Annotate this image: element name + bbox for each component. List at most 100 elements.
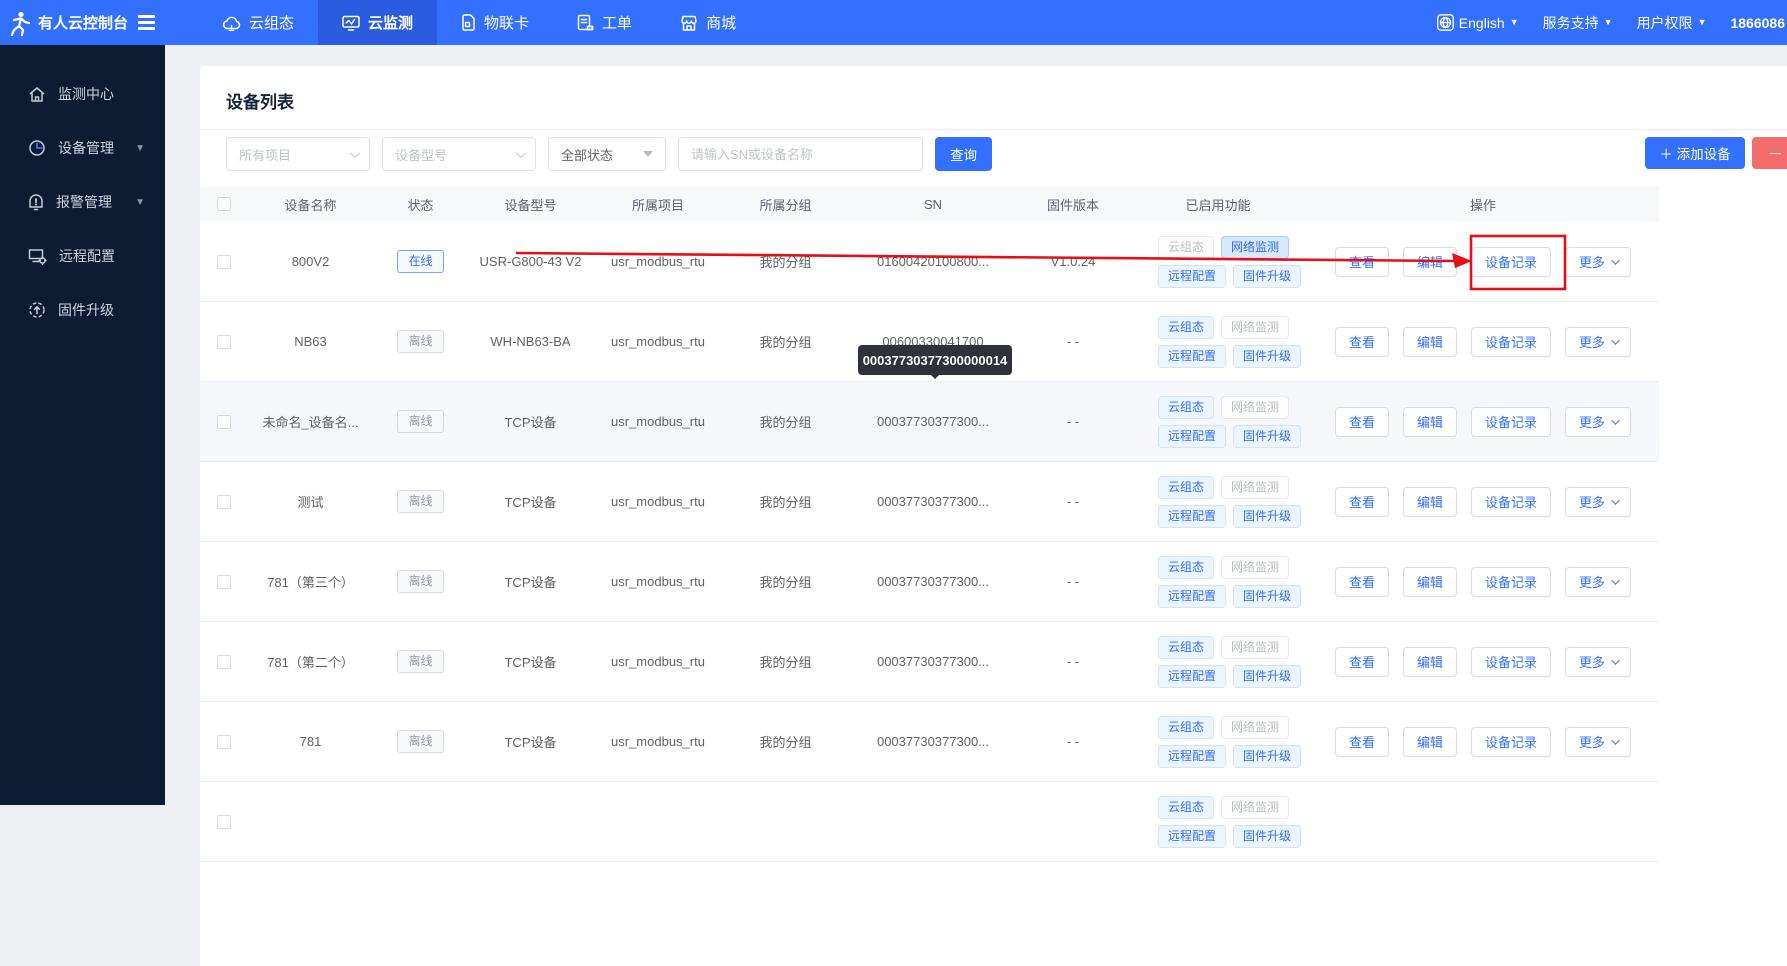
feature-badge[interactable]: 固件升级 xyxy=(1233,345,1301,368)
view-button[interactable]: 查看 xyxy=(1335,407,1389,437)
row-checkbox[interactable] xyxy=(217,575,231,589)
edit-button[interactable]: 编辑 xyxy=(1403,247,1457,277)
nav-item-cloud-scada[interactable]: 云组态 xyxy=(198,0,318,45)
select-all-checkbox[interactable] xyxy=(217,197,231,211)
more-button[interactable]: 更多 xyxy=(1565,487,1631,517)
feature-badge[interactable]: 云组态 xyxy=(1158,316,1214,339)
sn-search-input[interactable] xyxy=(678,137,923,171)
device-sn[interactable]: 00037730377300... xyxy=(848,734,1018,749)
status-select[interactable]: 全部状态 xyxy=(548,137,666,171)
query-button[interactable]: 查询 xyxy=(935,137,992,171)
device-model-select[interactable]: 设备型号 xyxy=(382,137,536,171)
device-record-button[interactable]: 设备记录 xyxy=(1471,407,1551,437)
delete-device-button[interactable]: － xyxy=(1752,137,1787,169)
add-device-button[interactable]: ＋ 添加设备 xyxy=(1645,137,1745,169)
more-button[interactable]: 更多 xyxy=(1565,567,1631,597)
edit-button[interactable]: 编辑 xyxy=(1403,567,1457,597)
row-checkbox[interactable] xyxy=(217,415,231,429)
nav-item-store[interactable]: 商城 xyxy=(656,0,760,45)
status-badge: 离线 xyxy=(397,730,443,753)
device-sn[interactable]: 01600420100800... xyxy=(848,254,1018,269)
device-record-button[interactable]: 设备记录 xyxy=(1471,567,1551,597)
sidebar-item-firmware-upgrade[interactable]: 固件升级 xyxy=(0,283,165,337)
feature-badge[interactable]: 网络监测 xyxy=(1221,716,1289,739)
sidebar-item-monitor-center[interactable]: 监测中心 xyxy=(0,67,165,121)
feature-badge[interactable]: 固件升级 xyxy=(1233,825,1301,848)
feature-badge[interactable]: 固件升级 xyxy=(1233,665,1301,688)
edit-button[interactable]: 编辑 xyxy=(1403,647,1457,677)
feature-badge[interactable]: 网络监测 xyxy=(1221,636,1289,659)
feature-badge[interactable]: 固件升级 xyxy=(1233,425,1301,448)
sidebar-item-device-manage[interactable]: 设备管理 ▼ xyxy=(0,121,165,175)
feature-badge[interactable]: 网络监测 xyxy=(1221,796,1289,819)
more-button[interactable]: 更多 xyxy=(1565,247,1631,277)
row-checkbox[interactable] xyxy=(217,495,231,509)
feature-badge[interactable]: 云组态 xyxy=(1158,716,1214,739)
feature-badge[interactable]: 网络监测 xyxy=(1221,396,1289,419)
feature-badge[interactable]: 云组态 xyxy=(1158,236,1214,259)
device-record-button[interactable]: 设备记录 xyxy=(1471,247,1551,277)
device-sn[interactable]: 00037730377300... xyxy=(848,654,1018,669)
sidebar-item-remote-config[interactable]: 远程配置 xyxy=(0,229,165,283)
feature-badge[interactable]: 远程配置 xyxy=(1158,665,1226,688)
nav-item-iot-sim[interactable]: 物联卡 xyxy=(437,0,553,45)
feature-badge[interactable]: 远程配置 xyxy=(1158,425,1226,448)
edit-button[interactable]: 编辑 xyxy=(1403,487,1457,517)
device-record-button[interactable]: 设备记录 xyxy=(1471,727,1551,757)
feature-badge[interactable]: 固件升级 xyxy=(1233,745,1301,768)
feature-badge[interactable]: 远程配置 xyxy=(1158,345,1226,368)
user-permission-menu[interactable]: 用户权限 ▼ xyxy=(1637,13,1707,33)
row-actions: 查看编辑设备记录更多 xyxy=(1308,247,1658,277)
feature-badge[interactable]: 远程配置 xyxy=(1158,585,1226,608)
nav-item-work-order[interactable]: 工单 xyxy=(553,0,656,45)
more-button[interactable]: 更多 xyxy=(1565,407,1631,437)
feature-badge[interactable]: 远程配置 xyxy=(1158,825,1226,848)
feature-badge[interactable]: 固件升级 xyxy=(1233,265,1301,288)
device-record-button[interactable]: 设备记录 xyxy=(1471,327,1551,357)
more-button[interactable]: 更多 xyxy=(1565,327,1631,357)
feature-badge[interactable]: 网络监测 xyxy=(1221,236,1289,259)
view-button[interactable]: 查看 xyxy=(1335,647,1389,677)
service-support-menu[interactable]: 服务支持 ▼ xyxy=(1543,13,1613,33)
language-switcher[interactable]: English ▼ xyxy=(1437,14,1519,31)
feature-badge[interactable]: 云组态 xyxy=(1158,396,1214,419)
more-button[interactable]: 更多 xyxy=(1565,647,1631,677)
device-sn[interactable]: 00037730377300... xyxy=(848,574,1018,589)
feature-badge[interactable]: 远程配置 xyxy=(1158,265,1226,288)
hamburger-menu-icon[interactable] xyxy=(138,15,155,30)
row-checkbox[interactable] xyxy=(217,335,231,349)
view-button[interactable]: 查看 xyxy=(1335,247,1389,277)
sidebar-item-alarm-manage[interactable]: 报警管理 ▼ xyxy=(0,175,165,229)
account-phone[interactable]: 1866086 xyxy=(1730,15,1785,31)
feature-badge[interactable]: 远程配置 xyxy=(1158,745,1226,768)
feature-badge[interactable]: 固件升级 xyxy=(1233,585,1301,608)
nav-item-cloud-monitor[interactable]: 云监测 xyxy=(318,0,437,45)
view-button[interactable]: 查看 xyxy=(1335,727,1389,757)
feature-badge[interactable]: 云组态 xyxy=(1158,796,1214,819)
row-checkbox[interactable] xyxy=(217,815,231,829)
feature-badge[interactable]: 固件升级 xyxy=(1233,505,1301,528)
feature-badge[interactable]: 云组态 xyxy=(1158,636,1214,659)
edit-button[interactable]: 编辑 xyxy=(1403,727,1457,757)
feature-badge[interactable]: 网络监测 xyxy=(1221,316,1289,339)
more-button[interactable]: 更多 xyxy=(1565,727,1631,757)
feature-badge[interactable]: 网络监测 xyxy=(1221,476,1289,499)
feature-badge[interactable]: 网络监测 xyxy=(1221,556,1289,579)
device-sn[interactable]: 00037730377300... xyxy=(848,494,1018,509)
feature-badge[interactable]: 云组态 xyxy=(1158,556,1214,579)
edit-button[interactable]: 编辑 xyxy=(1403,327,1457,357)
project-select[interactable]: 所有项目 xyxy=(226,137,370,171)
view-button[interactable]: 查看 xyxy=(1335,567,1389,597)
device-record-button[interactable]: 设备记录 xyxy=(1471,487,1551,517)
row-checkbox[interactable] xyxy=(217,255,231,269)
device-record-button[interactable]: 设备记录 xyxy=(1471,647,1551,677)
feature-badge[interactable]: 远程配置 xyxy=(1158,505,1226,528)
console-title: 有人云控制台 xyxy=(38,12,128,33)
view-button[interactable]: 查看 xyxy=(1335,327,1389,357)
device-sn[interactable]: 00037730377300... xyxy=(848,414,1018,429)
row-checkbox[interactable] xyxy=(217,735,231,749)
edit-button[interactable]: 编辑 xyxy=(1403,407,1457,437)
view-button[interactable]: 查看 xyxy=(1335,487,1389,517)
row-checkbox[interactable] xyxy=(217,655,231,669)
feature-badge[interactable]: 云组态 xyxy=(1158,476,1214,499)
